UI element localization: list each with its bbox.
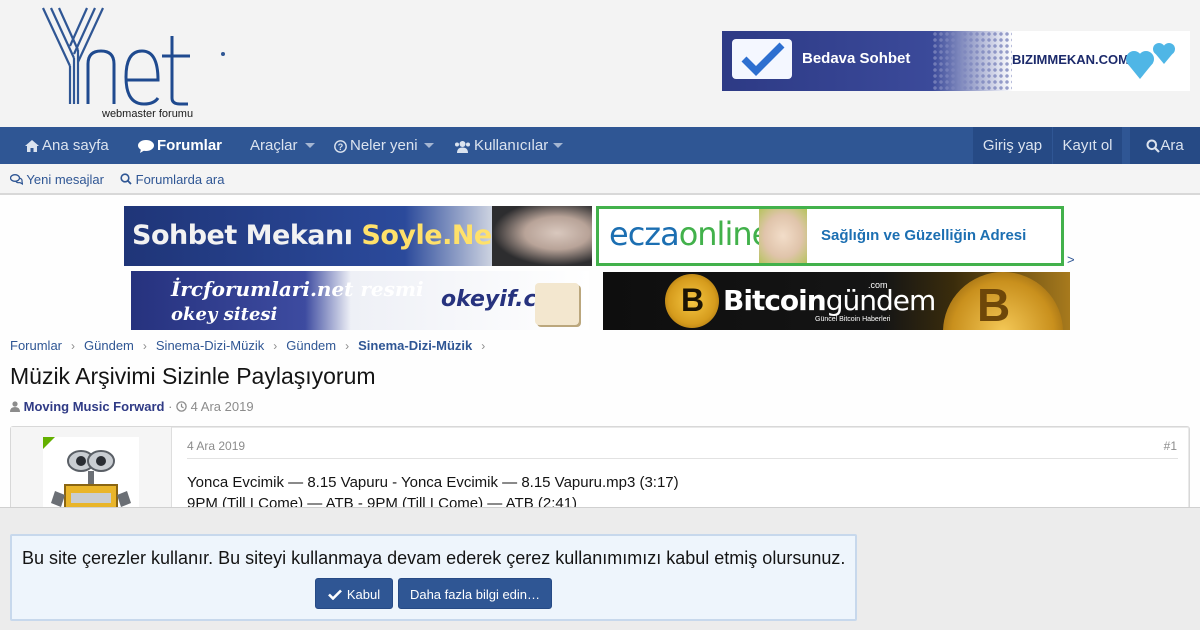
nav-item-forums[interactable]: Forumlar (138, 127, 222, 164)
ad-text-b: Soyle.Net (361, 220, 505, 251)
meta-separator: · (168, 399, 177, 414)
top-banner-left-text: Bedava Sohbet (802, 50, 911, 67)
ad-brand-a: ecza (609, 215, 680, 253)
chevron-right-icon: › (71, 339, 76, 353)
ad-brand-a: Bitcoin (723, 284, 827, 317)
learn-more-button[interactable]: Daha fazla bilgi edin… (398, 578, 552, 609)
thread-meta: Moving Music Forward · 4 Ara 2019 (10, 399, 254, 414)
ad-brand: eczaonline (609, 215, 772, 253)
chevron-right-icon: › (481, 339, 486, 353)
breadcrumb-item[interactable]: Gündem (84, 338, 134, 353)
ad-banner-eczaonline[interactable]: eczaonline Sağlığın ve Güzelliğin Adresi (596, 206, 1064, 266)
online-indicator (43, 437, 55, 449)
nav-item-label: Forumlar (157, 137, 223, 154)
nav-item-label: Kullanıcılar (474, 137, 549, 154)
nav-item-label: Neler yeni (350, 137, 418, 154)
search-label: Ara (1160, 137, 1184, 154)
post-date[interactable]: 4 Ara 2019 (187, 439, 245, 453)
ad-line-2: okey sitesi (171, 304, 278, 325)
search-forums-label: Forumlarda ara (135, 172, 225, 187)
ad-photo (492, 206, 592, 266)
search-button[interactable]: Ara (1130, 127, 1200, 164)
chevron-right-icon: › (345, 339, 350, 353)
cookie-notice: Bu site çerezler kullanır. Bu siteyi kul… (10, 534, 857, 621)
clock-icon (176, 401, 187, 412)
question-icon: ? (334, 139, 347, 153)
register-button[interactable]: Kayıt ol (1053, 127, 1122, 164)
chevron-right-icon: › (142, 339, 147, 353)
accept-label: Kabul (346, 587, 381, 602)
ad-tagline: Güncel Bitcoin Haberleri (815, 316, 891, 323)
nav-item-users[interactable]: Kullanıcılar (454, 127, 548, 164)
login-button[interactable]: Giriş yap (973, 127, 1052, 164)
ad-text: Sohbet Mekanı Soyle.Net (132, 220, 505, 251)
chevron-right-icon: › (273, 339, 278, 353)
chevron-down-icon[interactable] (424, 143, 434, 148)
post-permalink[interactable]: #1 (1164, 439, 1177, 453)
ad-banner-okeyif[interactable]: İrcforumlari.net resmi okey sitesi okeyi… (131, 271, 589, 330)
ad-banner-soyle[interactable]: Sohbet Mekanı Soyle.Net (124, 206, 592, 266)
bitcoin-coin-icon: B (943, 272, 1063, 330)
breadcrumb-item[interactable]: Sinema-Dizi-Müzik (358, 338, 472, 353)
nav-item-home[interactable]: Ana sayfa (25, 127, 109, 164)
comment-icon (138, 139, 154, 153)
site-header: webmaster forumu Bedava Sohbet BIZIMMEKA… (0, 0, 1200, 127)
ad-domain: .com (868, 280, 888, 290)
logo-subtitle: webmaster forumu (101, 108, 193, 120)
svg-text:?: ? (338, 142, 344, 152)
bitcoin-icon: B (665, 274, 719, 328)
users-icon (455, 140, 470, 153)
search-forums-link[interactable]: Forumlarda ara (120, 172, 225, 187)
breadcrumb-item[interactable]: Sinema-Dizi-Müzik (156, 338, 264, 353)
hearts-icon (1126, 43, 1175, 79)
thread-author[interactable]: Moving Music Forward (24, 399, 165, 414)
ad-line-1: İrcforumlari.net resmi (171, 277, 424, 301)
breadcrumb: Forumlar › Gündem › Sinema-Dizi-Müzik › Gündem… (10, 338, 494, 353)
ad-photo (759, 209, 807, 263)
ad-suffix: > (1067, 252, 1075, 267)
nav-item-whats-new[interactable]: ? Neler yeni (334, 127, 418, 164)
new-posts-link[interactable]: Yeni mesajlar (9, 172, 104, 187)
search-icon (120, 173, 132, 185)
main-nav: Ana sayfa Forumlar Araçlar ? Neler yeni K… (0, 127, 1200, 164)
nav-item-label: Ana sayfa (42, 137, 109, 154)
search-icon (1146, 139, 1161, 153)
nav-item-tools[interactable]: Araçlar (250, 127, 298, 164)
chevron-down-icon[interactable] (553, 143, 563, 148)
accept-cookies-button[interactable]: Kabul (315, 578, 393, 609)
nav-item-label: Araçlar (250, 137, 298, 154)
comments-icon (9, 174, 24, 186)
ad-brand-b: online (678, 215, 772, 253)
new-posts-label: Yeni mesajlar (26, 172, 104, 187)
site-logo[interactable]: webmaster forumu (40, 6, 232, 120)
cookie-message: Bu site çerezler kullanır. Bu siteyi kul… (22, 548, 846, 568)
top-banner-ad[interactable]: Bedava Sohbet BIZIMMEKAN.COM (722, 31, 1190, 91)
check-icon (327, 589, 342, 601)
ad-text-a: Sohbet Mekanı (132, 220, 362, 251)
sub-nav: Yeni mesajlar Forumlarda ara (0, 164, 1200, 195)
home-icon (25, 140, 39, 153)
breadcrumb-item[interactable]: Forumlar (10, 338, 62, 353)
dots-pattern (932, 31, 1012, 91)
chevron-down-icon[interactable] (305, 143, 315, 148)
thread-date[interactable]: 4 Ara 2019 (191, 399, 254, 414)
checkmark-icon (732, 39, 792, 79)
divider (187, 458, 1178, 459)
user-icon (10, 401, 20, 412)
top-banner-right-text: BIZIMMEKAN.COM (1012, 52, 1129, 67)
ad-banner-bitcoingundem[interactable]: B Bitcoingündem .com Güncel Bitcoin Habe… (603, 272, 1070, 330)
thread-title: Müzik Arşivimi Sizinle Paylaşıyorum (10, 363, 376, 389)
breadcrumb-item[interactable]: Gündem (286, 338, 336, 353)
post-line: Yonca Evcimik — 8.15 Vapuru - Yonca Evci… (187, 474, 679, 491)
ad-slogan: Sağlığın ve Güzelliğin Adresi (821, 227, 1027, 244)
okey-tiles-icon (535, 283, 579, 325)
cookie-overlay: Bu site çerezler kullanır. Bu siteyi kul… (0, 507, 1200, 630)
ad-brand: Bitcoingündem (723, 284, 936, 317)
